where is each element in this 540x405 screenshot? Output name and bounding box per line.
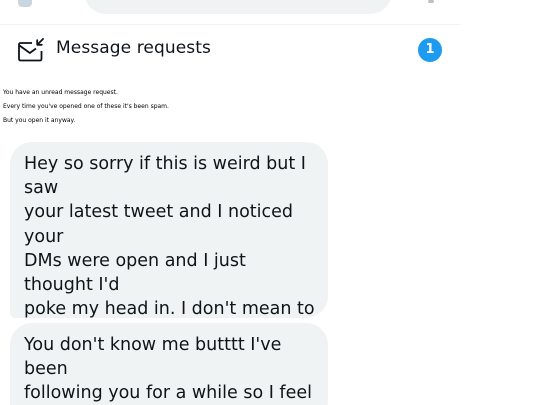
message-requests-row[interactable]: Message requests 1 <box>0 25 460 73</box>
search-pill[interactable] <box>84 0 392 14</box>
caption-line: Every time you've opened one of these it… <box>3 103 169 110</box>
avatar <box>18 0 32 7</box>
previous-conversation-row[interactable] <box>0 0 460 25</box>
caption-line: But you open it anyway. <box>3 117 76 124</box>
dm-screen: Message requests 1 You have an unread me… <box>0 0 540 405</box>
mail-arrow-icon <box>18 38 44 62</box>
caption-line: You have an unread message request. <box>3 89 118 96</box>
message-requests-label: Message requests <box>56 38 211 58</box>
message-bubble: Hey so sorry if this is weird but I saw … <box>10 142 328 405</box>
unread-count-badge: 1 <box>418 38 442 62</box>
message-bubble: You don't know me butttt I've been follo… <box>10 323 328 405</box>
more-icon[interactable] <box>428 0 434 3</box>
